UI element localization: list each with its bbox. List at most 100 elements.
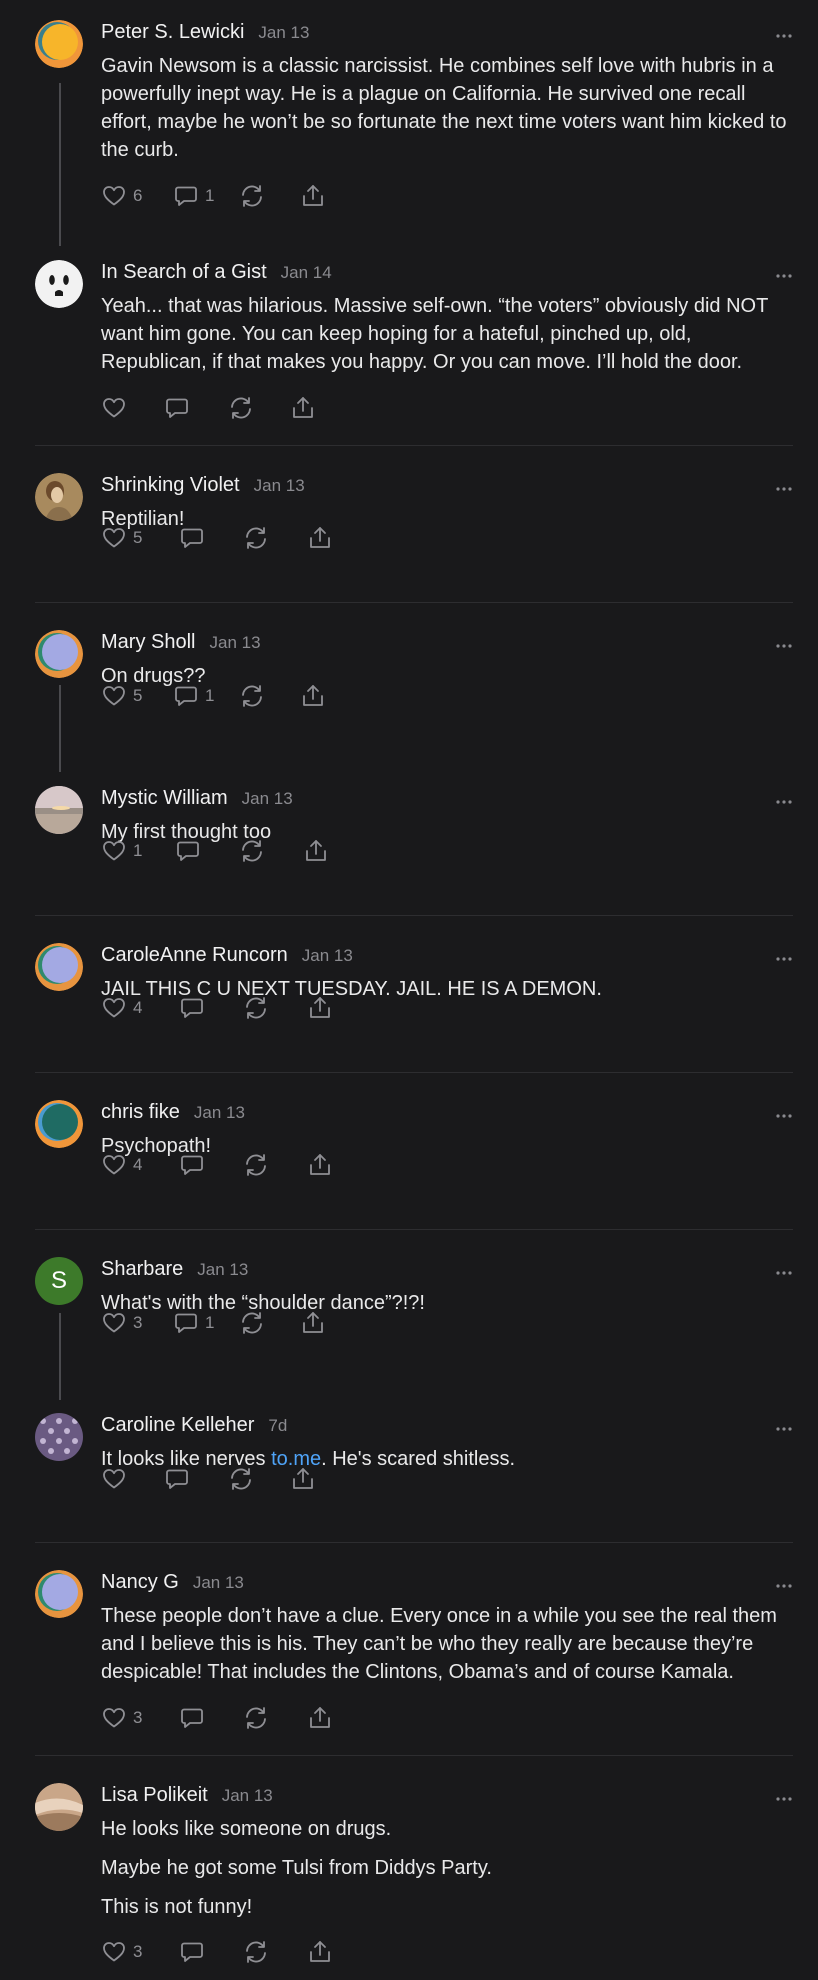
author-name[interactable]: Mystic William <box>101 787 228 810</box>
reply-button[interactable]: 1 <box>173 1310 227 1336</box>
restack-button[interactable] <box>243 1939 269 1965</box>
reply-button[interactable] <box>175 838 201 864</box>
reply-button[interactable] <box>179 1705 205 1731</box>
restack-button[interactable] <box>243 525 269 551</box>
divider <box>35 1072 793 1073</box>
author-name[interactable]: Lisa Polikeit <box>101 1784 208 1807</box>
like-button[interactable]: 1 <box>101 838 153 864</box>
avatar[interactable] <box>35 1783 83 1831</box>
reply-button[interactable]: 1 <box>173 183 227 209</box>
share-button[interactable] <box>290 1466 316 1492</box>
author-name[interactable]: Sharbare <box>101 1258 183 1281</box>
heart-icon <box>101 1939 127 1965</box>
reply-button[interactable] <box>164 1466 190 1492</box>
comment-date[interactable]: Jan 13 <box>242 789 293 809</box>
comment-date[interactable]: Jan 13 <box>222 1786 273 1806</box>
reply-button[interactable] <box>179 1939 205 1965</box>
avatar[interactable] <box>35 1570 83 1618</box>
author-name[interactable]: Mary Sholl <box>101 631 195 654</box>
restack-button[interactable] <box>228 1466 254 1492</box>
author-name[interactable]: Caroline Kelleher <box>101 1414 254 1437</box>
author-name[interactable]: CaroleAnne Runcorn <box>101 944 288 967</box>
reply-button[interactable] <box>164 395 190 421</box>
more-options-icon[interactable] <box>775 1265 793 1281</box>
comment-date[interactable]: Jan 13 <box>197 1260 248 1280</box>
author-name[interactable]: Peter S. Lewicki <box>101 21 244 44</box>
comment-date[interactable]: Jan 13 <box>194 1103 245 1123</box>
share-button[interactable] <box>307 1939 333 1965</box>
avatar[interactable] <box>35 943 83 991</box>
comment-icon <box>164 395 190 421</box>
share-icon <box>307 1705 333 1731</box>
like-button[interactable]: 4 <box>101 995 157 1021</box>
avatar[interactable] <box>35 260 83 308</box>
reply-button[interactable]: 1 <box>173 683 227 709</box>
more-options-icon[interactable] <box>775 1791 793 1807</box>
share-button[interactable] <box>307 995 333 1021</box>
author-name[interactable]: Nancy G <box>101 1571 179 1594</box>
comment-actions: 5 <box>101 524 333 552</box>
share-button[interactable] <box>290 395 316 421</box>
heart-icon <box>101 525 127 551</box>
avatar[interactable] <box>35 630 83 678</box>
reply-button[interactable] <box>179 995 205 1021</box>
like-button[interactable]: 5 <box>101 683 157 709</box>
restack-icon <box>243 995 269 1021</box>
reply-button[interactable] <box>179 525 205 551</box>
author-name[interactable]: chris fike <box>101 1101 180 1124</box>
restack-button[interactable] <box>239 683 265 709</box>
more-options-icon[interactable] <box>775 951 793 967</box>
more-options-icon[interactable] <box>775 1108 793 1124</box>
share-button[interactable] <box>307 1705 333 1731</box>
like-button[interactable]: 4 <box>101 1152 157 1178</box>
like-button[interactable]: 6 <box>101 183 157 209</box>
restack-button[interactable] <box>239 183 265 209</box>
comment-date[interactable]: Jan 13 <box>302 946 353 966</box>
restack-button[interactable] <box>243 1705 269 1731</box>
share-button[interactable] <box>300 183 326 209</box>
avatar[interactable] <box>35 1413 83 1461</box>
like-button[interactable] <box>101 1466 127 1492</box>
avatar[interactable] <box>35 1100 83 1148</box>
more-options-icon[interactable] <box>775 481 793 497</box>
like-button[interactable]: 5 <box>101 525 157 551</box>
comment: Nancy G Jan 13 These people don’t have a… <box>35 1570 793 1730</box>
restack-button[interactable] <box>243 995 269 1021</box>
like-button[interactable] <box>101 395 127 421</box>
more-options-icon[interactable] <box>775 1421 793 1437</box>
author-name[interactable]: In Search of a Gist <box>101 261 267 284</box>
share-button[interactable] <box>300 683 326 709</box>
reply-count: 1 <box>205 686 215 705</box>
restack-button[interactable] <box>228 395 254 421</box>
restack-button[interactable] <box>239 838 265 864</box>
share-button[interactable] <box>307 525 333 551</box>
more-options-icon[interactable] <box>775 28 793 44</box>
heart-icon <box>101 1705 127 1731</box>
share-button[interactable] <box>307 1152 333 1178</box>
restack-button[interactable] <box>243 1152 269 1178</box>
comment-date[interactable]: Jan 14 <box>281 263 332 283</box>
like-button[interactable]: 3 <box>101 1310 157 1336</box>
comment-date[interactable]: Jan 13 <box>209 633 260 653</box>
like-button[interactable]: 3 <box>101 1705 157 1731</box>
avatar[interactable]: S <box>35 1257 83 1305</box>
comment-date[interactable]: Jan 13 <box>258 23 309 43</box>
like-button[interactable]: 3 <box>101 1939 157 1965</box>
share-button[interactable] <box>303 838 329 864</box>
comment-date[interactable]: Jan 13 <box>254 476 305 496</box>
more-options-icon[interactable] <box>775 1578 793 1594</box>
more-options-icon[interactable] <box>775 794 793 810</box>
avatar[interactable] <box>35 473 83 521</box>
more-options-icon[interactable] <box>775 638 793 654</box>
share-button[interactable] <box>300 1310 326 1336</box>
reply-button[interactable] <box>179 1152 205 1178</box>
heart-icon <box>101 183 127 209</box>
author-name[interactable]: Shrinking Violet <box>101 474 240 497</box>
avatar[interactable] <box>35 20 83 68</box>
like-count: 3 <box>133 1313 143 1332</box>
restack-button[interactable] <box>239 1310 265 1336</box>
comment-date[interactable]: 7d <box>268 1416 287 1436</box>
comment-date[interactable]: Jan 13 <box>193 1573 244 1593</box>
more-options-icon[interactable] <box>775 268 793 284</box>
avatar[interactable] <box>35 786 83 834</box>
